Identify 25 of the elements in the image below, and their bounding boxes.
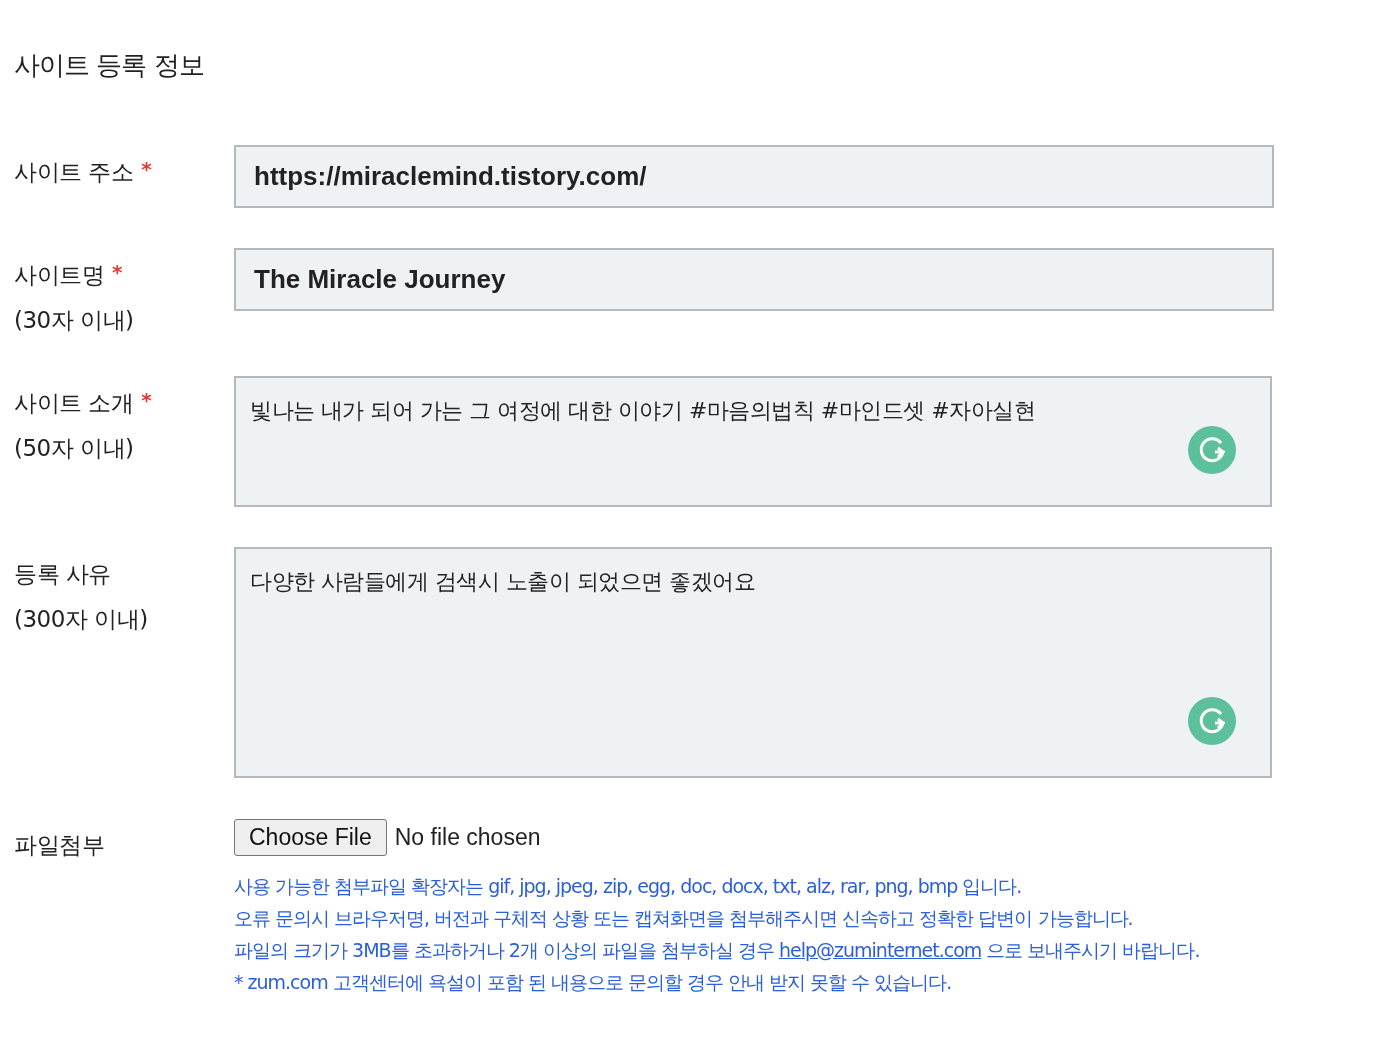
text-field[interactable]: The Miracle Journey xyxy=(234,248,1274,311)
required-mark: * xyxy=(141,157,152,183)
text-field[interactable]: https://miraclemind.tistory.com/ xyxy=(234,145,1274,208)
file-status: No file chosen xyxy=(394,824,541,851)
help-note: 사용 가능한 첨부파일 확장자는 gif, jpg, jpeg, zip, egg, doc, docx, txt, alz, rar, png, bmp 입니다. xyxy=(234,874,1023,899)
help-note: 오류 문의시 브라우저명, 버전과 구체적 상황 또는 캡쳐화면을 첨부해주시면 신속하고 정확한 답변이 가능합니다. xyxy=(234,906,1134,931)
field-label: 사이트 주소 xyxy=(14,158,134,187)
choose-file-button[interactable]: Choose File xyxy=(234,819,387,856)
length-limit: (50자 이내) xyxy=(14,434,135,463)
field-label: 사이트명 xyxy=(14,261,104,290)
field-label: 사이트 소개 xyxy=(14,389,134,418)
section-title: 사이트 등록 정보 xyxy=(14,49,205,82)
field-label: 등록 사유 xyxy=(14,560,111,589)
help-note: 파일의 크기가 3MB를 초과하거나 2개 이상의 파일을 첨부하실 경우 help@zuminternet.com 으로 보내주시기 바랍니다. xyxy=(234,938,1201,963)
email-link[interactable]: help@zuminternet.com xyxy=(778,939,982,961)
required-mark: * xyxy=(112,260,122,286)
help-note: * zum.com 고객센터에 욕설이 포함 된 내용으로 문의할 경우 안내 받지 못할 수 있습니다. xyxy=(234,970,953,995)
length-limit: (300자 이내) xyxy=(14,605,149,634)
text-area[interactable]: 빛나는 내가 되어 가는 그 여정에 대한 이야기 #마음의법칙 #마인드셋 #자아실현 xyxy=(234,376,1272,507)
length-limit: (30자 이내) xyxy=(14,306,135,335)
text-area[interactable]: 다양한 사람들에게 검색시 노출이 되었으면 좋겠어요 xyxy=(234,547,1272,778)
grammar-check-icon[interactable] xyxy=(1188,697,1236,745)
required-mark: * xyxy=(141,388,152,414)
field-label: 파일첨부 xyxy=(14,831,104,860)
grammar-check-icon[interactable] xyxy=(1188,426,1236,474)
